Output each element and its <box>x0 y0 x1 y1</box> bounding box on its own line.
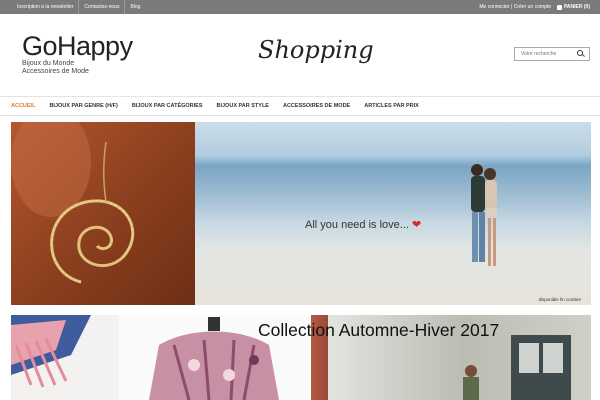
shopping-title: Shopping <box>258 36 374 64</box>
heart-icon: ❤ <box>411 219 422 231</box>
couple-silhouette <box>471 164 497 266</box>
search-icon[interactable] <box>577 50 585 58</box>
main-nav: ACCUEIL BIJOUX PAR GENRE (H/F) BIJOUX PA… <box>0 96 600 116</box>
nav-item-accessories[interactable]: ACCESSOIRES DE MODE <box>283 103 350 109</box>
hero-caption: All you need is love... ❤ <box>305 218 422 232</box>
blog-link[interactable]: Blog <box>125 0 145 14</box>
contact-link[interactable]: Contactez-nous <box>79 0 126 14</box>
nav-item-price[interactable]: ARTICLES PAR PRIX <box>364 103 419 109</box>
caption-text: All you need is love... <box>305 218 409 231</box>
nav-item-home[interactable]: ACCUEIL <box>11 103 35 109</box>
collection-title: Collection Automne-Hiver 2017 <box>258 320 500 340</box>
availability-badge: disponible fin octobre <box>538 297 581 302</box>
header: GoHappy Bijoux du Monde Accessoires de M… <box>0 14 600 96</box>
brand-name: GoHappy <box>22 31 133 61</box>
top-links: Inscription à la newsletter Contactez-no… <box>12 0 145 14</box>
beach-photo: All you need is love... ❤ disponible fin… <box>195 122 591 305</box>
top-right: Me connecter | Créer un compte PANIER (0… <box>479 0 590 14</box>
logo[interactable]: GoHappy Bijoux du Monde Accessoires de M… <box>22 32 133 76</box>
shopping-bag-icon <box>556 4 562 10</box>
search-box <box>514 47 590 61</box>
tagline-2: Accessoires de Mode <box>22 68 89 75</box>
nav-item-categories[interactable]: BIJOUX PAR CATÉGORIES <box>132 103 203 109</box>
nav-item-gender[interactable]: BIJOUX PAR GENRE (H/F) <box>49 103 117 109</box>
search-input[interactable] <box>515 48 577 60</box>
top-bar: Inscription à la newsletter Contactez-no… <box>0 0 600 14</box>
nav-item-style[interactable]: BIJOUX PAR STYLE <box>217 103 269 109</box>
account-links[interactable]: Me connecter | Créer un compte <box>479 4 551 10</box>
newsletter-link[interactable]: Inscription à la newsletter <box>12 0 80 14</box>
scarf-fringe-photo <box>11 315 119 400</box>
cart-button[interactable]: PANIER (0) <box>556 4 590 10</box>
earring-photo <box>11 122 195 305</box>
hero-banner[interactable]: All you need is love... ❤ disponible fin… <box>11 122 591 305</box>
cart-label: PANIER (0) <box>563 4 590 10</box>
tagline-1: Bijoux du Monde <box>22 60 75 67</box>
